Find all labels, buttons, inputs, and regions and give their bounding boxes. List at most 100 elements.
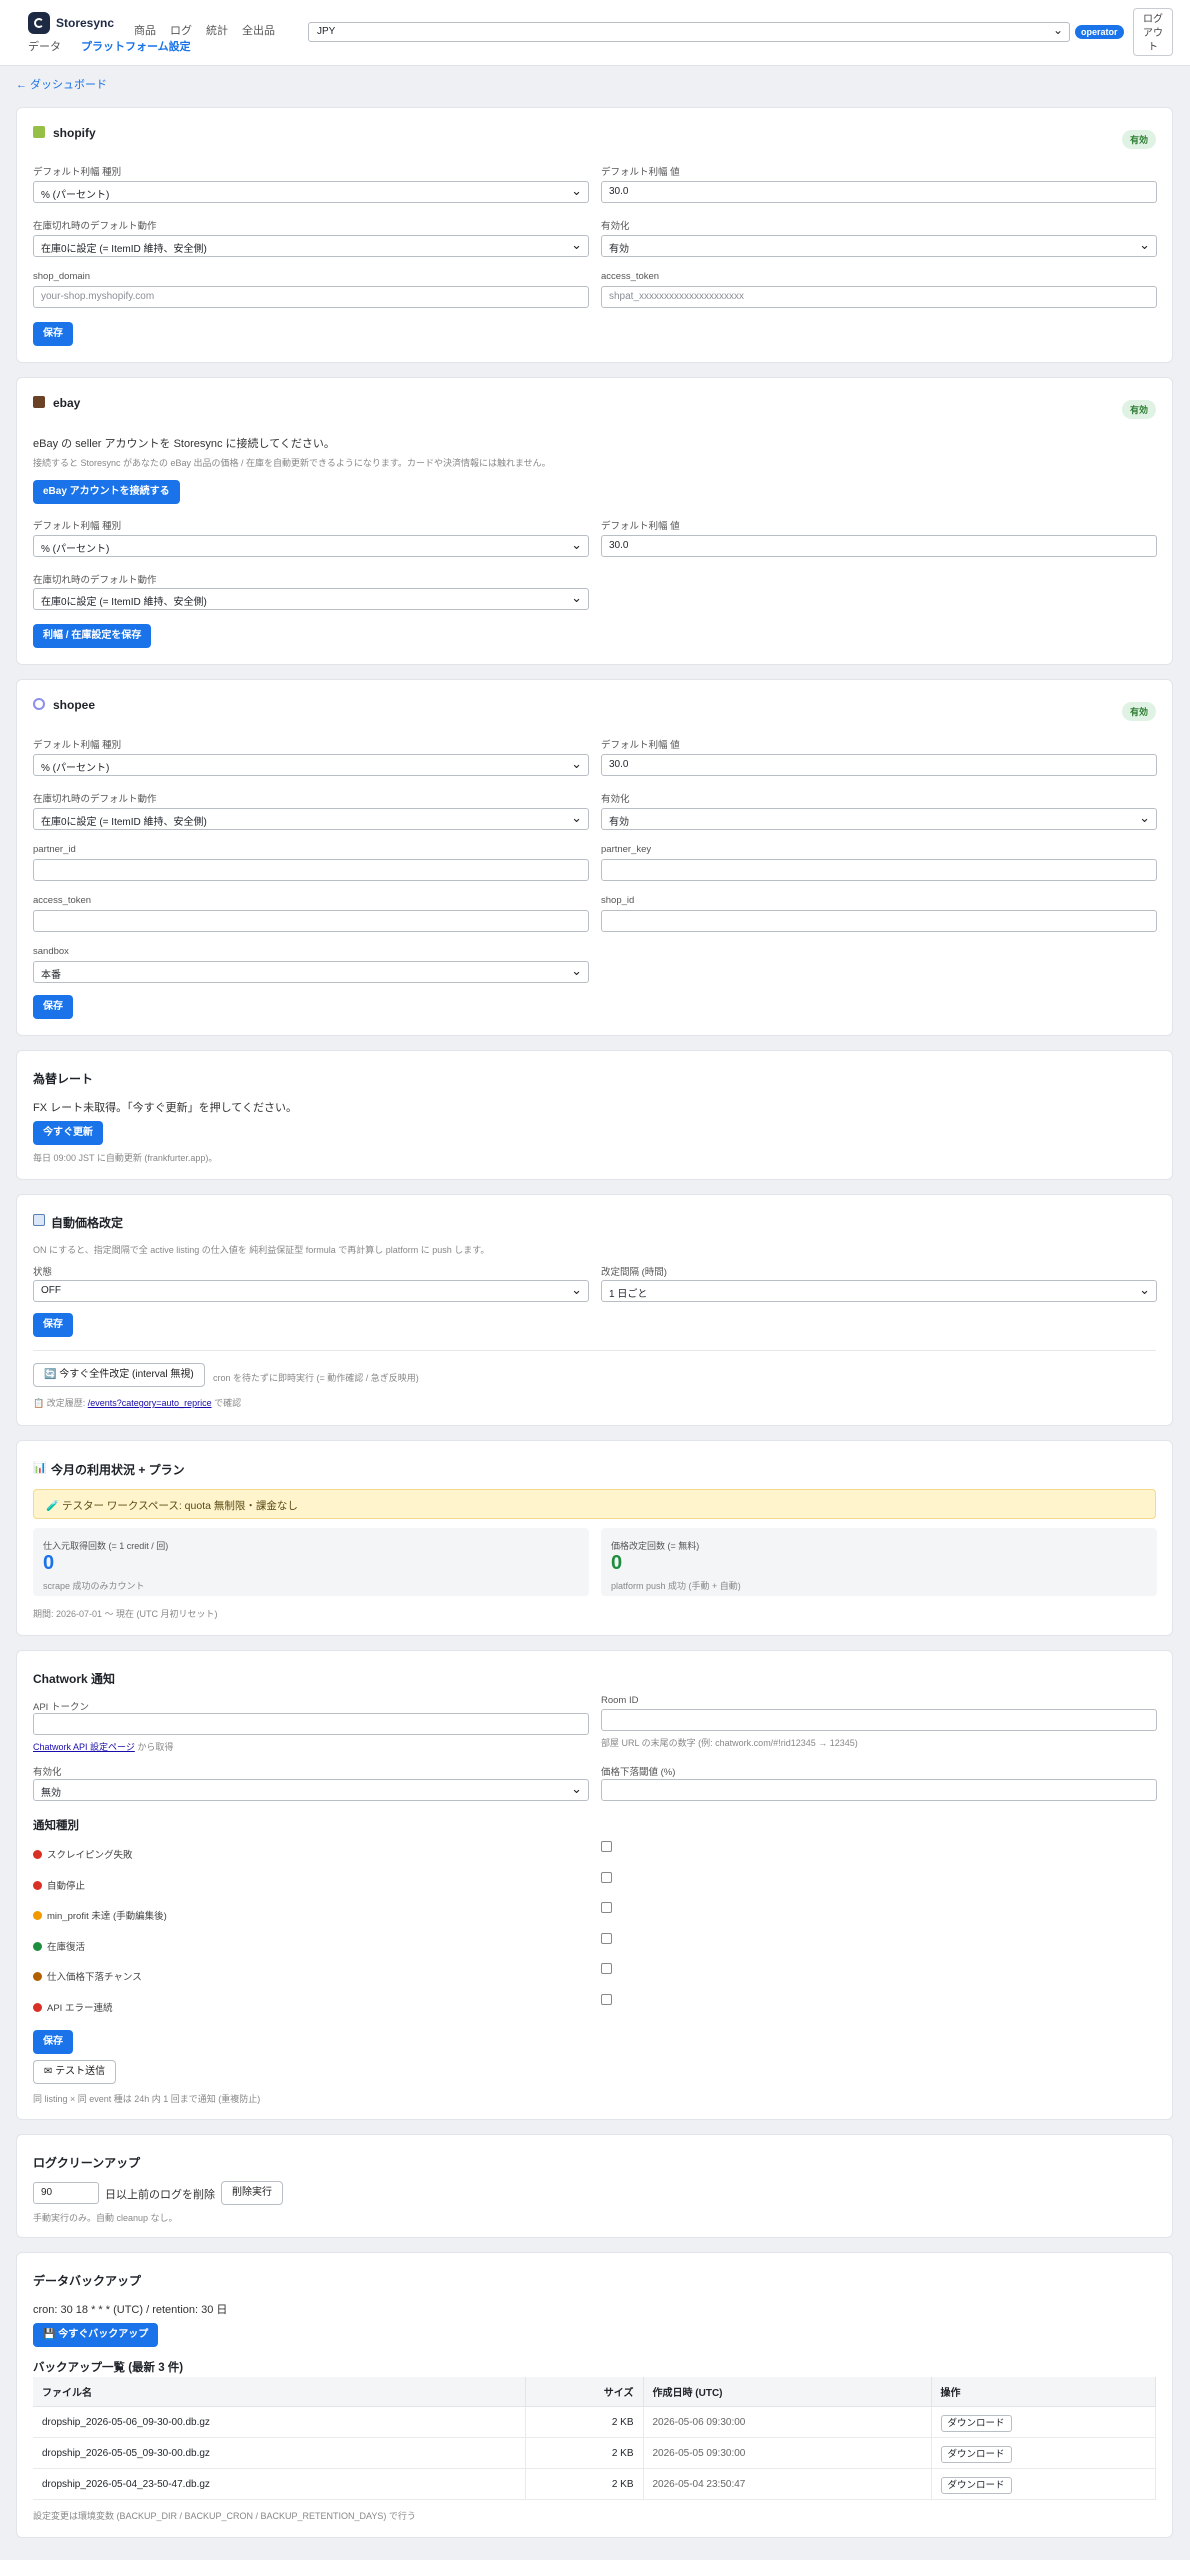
reprice-history-link[interactable]: /events?category=auto_reprice	[88, 1398, 212, 1408]
ebay-oos-select[interactable]: 在庫0に設定 (= ItemID 維持、安全側)	[33, 588, 589, 610]
chatwork-title: Chatwork 通知	[33, 1672, 116, 1686]
nav-data[interactable]: データ	[28, 41, 61, 53]
shopify-enabled-select[interactable]: 有効	[601, 235, 1157, 257]
scrape-count-stat: 仕入元取得回数 (= 1 credit / 回) 0 scrape 成功のみカウ…	[33, 1528, 589, 1596]
download-button[interactable]: ダウンロード	[940, 2446, 1012, 2463]
back-to-dashboard-link[interactable]: ← ダッシュボード	[16, 76, 107, 92]
nav-products[interactable]: 商品	[134, 25, 156, 37]
nav-logs[interactable]: ログ	[170, 25, 192, 37]
notification-type-item: 仕入価格下落チャンス	[33, 1969, 142, 1983]
oos-label: 在庫切れ時のデフォルト動作	[33, 794, 157, 805]
logout-button[interactable]: ログ アウト	[1133, 8, 1173, 56]
cleanup-label: 日以上前のログを削除	[105, 2189, 215, 2201]
role-badge: operator	[1075, 25, 1124, 39]
usage-card: 📊 今月の利用状況 + プラン 🧪 テスター ワークスペース: quota 無制…	[16, 1440, 1173, 1636]
fx-refresh-button[interactable]: 今すぐ更新	[33, 1121, 103, 1145]
shopee-margin-type-select[interactable]: % (パーセント)	[33, 754, 589, 776]
partner-id-input[interactable]	[33, 859, 589, 881]
nav-all-listings[interactable]: 全出品	[242, 25, 275, 37]
top-bar: Storesync 商品 ログ 統計 全出品 データ プラットフォーム設定 JPY op…	[0, 0, 1190, 66]
disk-icon: 💾	[43, 2329, 59, 2340]
shopee-card: shopee 有効 デフォルト利幅 種別 % (パーセント) デフォルト利幅 値…	[16, 679, 1173, 1036]
shop-id-input[interactable]	[601, 910, 1157, 932]
chatwork-save-button[interactable]: 保存	[33, 2030, 73, 2054]
margin-value-label: デフォルト利幅 値	[601, 521, 680, 532]
nav-stats[interactable]: 統計	[206, 25, 228, 37]
ebay-title: ebay	[53, 396, 81, 410]
app-logo[interactable]: Storesync	[28, 12, 114, 34]
room-id-input[interactable]	[601, 1709, 1157, 1731]
reprice-interval-label: 改定間隔 (時間)	[601, 1267, 667, 1278]
chatwork-api-settings-link[interactable]: Chatwork API 設定ページ	[33, 1742, 135, 1752]
notification-types-title: 通知種別	[33, 1820, 79, 1832]
reprice-title: 自動価格改定	[51, 1216, 124, 1230]
sandbox-label: sandbox	[33, 946, 69, 957]
notification-type-checkbox[interactable]	[601, 1902, 612, 1913]
ebay-connect-button[interactable]: eBay アカウントを接続する	[33, 480, 180, 504]
partner-key-input[interactable]	[601, 859, 1157, 881]
table-row: dropship_2026-05-04_23-50-47.db.gz 2 KB 20…	[33, 2468, 1156, 2500]
reprice-interval-select[interactable]: 1 日ごと	[601, 1280, 1157, 1302]
logo-icon	[28, 12, 50, 34]
test-label: テスト送信	[55, 2066, 106, 2077]
shopee-oos-select[interactable]: 在庫0に設定 (= ItemID 維持、安全側)	[33, 808, 589, 830]
price-drop-threshold-input[interactable]	[601, 1779, 1157, 1801]
backup-list-title: バックアップ一覧 (最新 3 件)	[33, 2362, 184, 2374]
shopify-access-token-input[interactable]: shpat_xxxxxxxxxxxxxxxxxxxxx	[601, 286, 1157, 308]
reprice-run-note: cron を待たずに即時実行 (= 動作確認 / 急ぎ反映用)	[213, 1373, 419, 1383]
col-filename: ファイル名	[33, 2377, 526, 2407]
currency-select[interactable]: JPY	[308, 22, 1070, 42]
ebay-status-badge: 有効	[1121, 400, 1156, 419]
stat-label: 仕入元取得回数 (= 1 credit / 回)	[43, 1541, 169, 1551]
notification-type-checkbox[interactable]	[601, 1963, 612, 1974]
shopify-oos-select[interactable]: 在庫0に設定 (= ItemID 維持、安全側)	[33, 235, 589, 257]
ebay-margin-type-select[interactable]: % (パーセント)	[33, 535, 589, 557]
notification-type-checkbox[interactable]	[601, 1841, 612, 1852]
shop-domain-label: shop_domain	[33, 271, 91, 282]
shopify-margin-value-input[interactable]: 30.0	[601, 181, 1157, 203]
chatwork-enabled-select[interactable]: 無効	[33, 1779, 589, 1801]
ebay-margin-value-input[interactable]: 30.0	[601, 535, 1157, 557]
stat-note: platform push 成功 (手動 + 自動)	[611, 1581, 741, 1591]
api-link-suffix: から取得	[137, 1742, 174, 1752]
ebay-connect-note: 接続すると Storesync があなたの eBay 出品の価格 / 在庫を自動…	[33, 458, 551, 468]
cell-created: 2026-05-04 23:50:47	[643, 2468, 932, 2500]
download-button[interactable]: ダウンロード	[940, 2415, 1012, 2432]
nav-platform-settings[interactable]: プラットフォーム設定	[81, 41, 191, 53]
shopee-status-badge: 有効	[1121, 702, 1156, 721]
status-dot-icon	[33, 1941, 42, 1951]
notification-type-checkbox[interactable]	[601, 1871, 612, 1883]
download-button[interactable]: ダウンロード	[940, 2477, 1012, 2494]
shop-domain-input[interactable]: your-shop.myshopify.com	[33, 286, 589, 308]
chatwork-test-button[interactable]: ✉ テスト送信	[33, 2060, 117, 2084]
shopee-access-token-input[interactable]	[33, 910, 589, 932]
margin-type-label: デフォルト利幅 種別	[33, 740, 122, 751]
history-prefix: 改定履歴:	[46, 1398, 86, 1408]
status-dot-icon	[33, 2002, 42, 2012]
reprice-state-select[interactable]: OFF	[33, 1280, 589, 1302]
cell-created: 2026-05-05 09:30:00	[643, 2437, 932, 2469]
sandbox-select[interactable]: 本番	[33, 961, 589, 983]
shopee-save-button[interactable]: 保存	[33, 995, 73, 1019]
shopify-save-button[interactable]: 保存	[33, 322, 73, 346]
cell-size: 2 KB	[525, 2468, 644, 2500]
cleanup-run-button[interactable]: 削除実行	[221, 2181, 283, 2205]
reprice-history: 📋 改定履歴: /events?category=auto_reprice で確…	[33, 1396, 241, 1409]
api-token-input[interactable]	[33, 1713, 589, 1735]
api-token-help: Chatwork API 設定ページ から取得	[33, 1740, 173, 1753]
notification-type-checkbox[interactable]	[601, 1932, 612, 1944]
cleanup-days-input[interactable]: 90	[33, 2182, 99, 2204]
margin-type-label: デフォルト利幅 種別	[33, 521, 122, 532]
shopify-margin-type-select[interactable]: % (パーセント)	[33, 181, 589, 203]
reprice-save-button[interactable]: 保存	[33, 1313, 73, 1337]
reprice-icon	[33, 1214, 45, 1226]
ebay-save-button[interactable]: 利幅 / 在庫設定を保存	[33, 624, 152, 648]
nav-row-1: 商品 ログ 統計 全出品	[134, 22, 289, 38]
backup-now-button[interactable]: 💾 今すぐバックアップ	[33, 2323, 159, 2347]
partner-key-label: partner_key	[601, 844, 652, 855]
notification-type-checkbox[interactable]	[601, 1993, 612, 2005]
shopee-margin-value-input[interactable]: 30.0	[601, 754, 1157, 776]
reprice-run-now-button[interactable]: 🔄 今すぐ全件改定 (interval 無視)	[33, 1363, 205, 1387]
shopee-enabled-select[interactable]: 有効	[601, 808, 1157, 830]
usage-title: 今月の利用状況 + プラン	[51, 1463, 185, 1477]
